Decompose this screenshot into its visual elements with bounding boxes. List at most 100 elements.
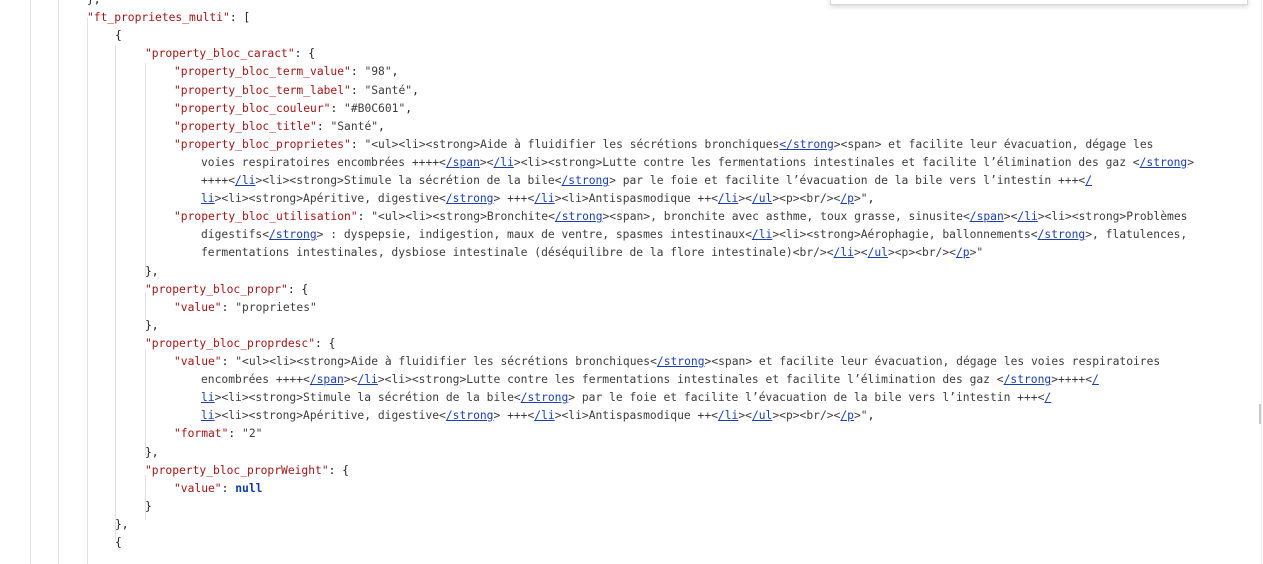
json-tag-link[interactable]: li <box>201 391 215 404</box>
json-line: "property_bloc_couleur": "#B0C601", <box>174 100 412 118</box>
json-string: ><li><strong>Stimule la sécrétion de la … <box>255 174 562 187</box>
json-punctuation: { <box>115 536 122 549</box>
json-line: }, <box>145 317 159 335</box>
json-tag-link[interactable]: li <box>201 409 215 422</box>
json-line: "property_bloc_term_label": "Santé", <box>174 82 419 100</box>
indent-guide <box>115 45 116 540</box>
json-line: "property_bloc_title": "Santé", <box>174 118 385 136</box>
json-string: >< <box>343 373 358 387</box>
json-punctuation: : { <box>315 336 336 350</box>
json-punctuation: , <box>867 192 875 206</box>
json-line: }, <box>145 444 159 462</box>
json-string: ><li><strong>Apéritive, digestive< <box>214 409 446 423</box>
json-line: { <box>115 27 122 45</box>
json-tag-link[interactable]: /strong <box>657 355 705 368</box>
json-punctuation: , <box>391 65 399 79</box>
json-string: ><p><br/>< <box>887 246 956 260</box>
json-string: "proprietes" <box>235 300 317 314</box>
json-tag-link[interactable]: /li <box>718 192 738 205</box>
json-line: li><li><strong>Apéritive, digestive</str… <box>201 407 874 425</box>
json-tag-link[interactable]: /ul <box>752 192 772 205</box>
json-punctuation: , <box>412 83 419 97</box>
json-tag-link[interactable]: /p <box>840 409 854 422</box>
json-tag-link[interactable]: /p <box>956 246 970 259</box>
json-punctuation: }, <box>145 264 159 278</box>
json-key: "property_bloc_proprdesc" <box>145 336 316 350</box>
json-line: "property_bloc_proprdesc": { <box>145 335 335 353</box>
json-string: > +++< <box>493 192 535 206</box>
json-tag-link[interactable]: /strong <box>561 174 609 187</box>
json-tag-link[interactable]: /span <box>310 373 344 386</box>
json-tag-link[interactable]: /strong <box>555 210 603 223</box>
json-punctuation: : <box>357 210 372 224</box>
json-tag-link[interactable]: /li <box>357 373 377 386</box>
json-string: ><span> et facilite leur évacuation, dég… <box>704 355 1161 368</box>
json-string: ><p><br/>< <box>772 192 841 206</box>
json-string: ><li><strong>Lutte contre les fermentati… <box>377 373 1004 387</box>
json-punctuation: : <box>228 427 243 441</box>
json-tag-link[interactable]: /li <box>718 409 738 422</box>
json-line: }, <box>115 516 129 534</box>
json-tag-link[interactable]: /li <box>1017 210 1037 223</box>
indent-guide <box>145 350 146 455</box>
json-tag-link[interactable]: /strong <box>446 409 494 422</box>
json-line: { <box>115 534 122 552</box>
json-string: > <box>1187 155 1195 169</box>
json-line: }, <box>145 263 159 281</box>
json-tag-link[interactable]: /li <box>834 246 854 259</box>
json-string: > par le foie et facilite l’évacuation d… <box>609 174 1086 187</box>
json-punctuation: , <box>405 101 413 115</box>
json-tag-link[interactable]: /strong <box>1004 373 1052 386</box>
json-punctuation: : { <box>328 463 350 477</box>
json-key: "value" <box>174 355 222 368</box>
json-string: voies respiratoires encombrées ++++< <box>201 155 446 169</box>
json-tag-link[interactable]: </strong <box>779 138 833 151</box>
json-tag-link[interactable]: / <box>1085 174 1092 187</box>
json-string: ++++< <box>201 174 236 187</box>
json-string: ><li><strong>Lutte contre les fermentati… <box>513 155 1140 169</box>
indent-guide <box>145 63 146 275</box>
json-string: > +++< <box>493 409 535 423</box>
json-key: "property_bloc_proprWeight" <box>145 463 329 477</box>
json-tag-link[interactable]: li <box>201 192 215 205</box>
json-tag-link[interactable]: / <box>1044 391 1051 404</box>
json-string: ><span> et facilite leur évacuation, dég… <box>833 137 1154 151</box>
json-tag-link[interactable]: /strong <box>446 192 494 205</box>
json-string: fermentations intestinales, dysbiose int… <box>201 246 834 260</box>
json-tag-link[interactable]: /li <box>752 228 772 241</box>
json-tag-link[interactable]: /span <box>970 210 1004 223</box>
json-punctuation: }, <box>87 0 101 6</box>
json-string: ><li>Antispasmodique ++< <box>554 192 718 206</box>
json-punctuation: : <box>221 481 236 495</box>
json-tag-link[interactable]: /li <box>534 192 554 205</box>
json-line: "value": "<ul><li><strong>Aide à fluidif… <box>174 353 1160 371</box>
json-punctuation: : { <box>287 282 309 296</box>
json-tag-link[interactable]: /strong <box>1038 228 1086 241</box>
json-string: encombrées ++++< <box>201 373 310 387</box>
json-tag-link[interactable]: /strong <box>269 228 317 241</box>
json-tag-link[interactable]: /li <box>235 174 255 187</box>
popup-panel <box>830 0 1248 5</box>
json-tag-link[interactable]: /span <box>446 156 480 169</box>
json-tag-link[interactable]: /strong <box>521 391 569 404</box>
json-string: "<ul><li><strong>Aide à fluidifier les s… <box>364 137 780 151</box>
json-tag-link[interactable]: /li <box>534 409 554 422</box>
json-tag-link[interactable]: /strong <box>1140 156 1188 169</box>
json-tag-link[interactable]: /p <box>840 192 854 205</box>
json-punctuation: }, <box>145 445 159 459</box>
json-line: encombrées ++++</span></li><li><strong>L… <box>201 371 1099 389</box>
json-key: "property_bloc_caract" <box>145 47 295 61</box>
json-tag-link[interactable]: /ul <box>868 246 888 259</box>
json-key: "property_bloc_proprietes" <box>174 137 351 151</box>
json-key: "value" <box>174 300 222 314</box>
json-line: "property_bloc_utilisation": "<ul><li><s… <box>174 208 1187 226</box>
json-punctuation: : <box>316 119 331 133</box>
json-tag-link[interactable]: / <box>1092 373 1099 386</box>
json-punctuation: : <box>330 101 345 115</box>
json-tag-link[interactable]: /ul <box>752 409 772 422</box>
json-tag-link[interactable]: /li <box>493 156 513 169</box>
json-key: "property_bloc_title" <box>174 119 317 133</box>
scrollbar-track[interactable] <box>1261 0 1262 564</box>
json-string: "98" <box>364 65 392 79</box>
json-punctuation: : { <box>294 47 316 61</box>
